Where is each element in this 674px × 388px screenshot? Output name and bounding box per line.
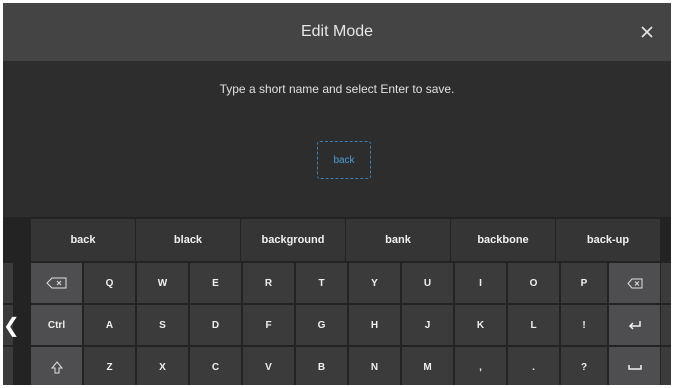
key-label: A [105,319,114,331]
suggestion-label: back-up [586,234,630,246]
key-x[interactable]: X [137,347,188,385]
key-q[interactable]: Q [84,263,135,303]
keyboard-side-strip [661,305,671,345]
key-comma[interactable]: , [455,347,506,385]
key-k[interactable]: K [455,305,506,345]
key-label: Y [371,277,378,289]
key-label: ! [582,319,586,331]
suggestion-back[interactable]: back [31,219,135,261]
key-enter[interactable] [609,305,660,345]
key-period[interactable]: . [508,347,559,385]
name-input-value: back [333,154,355,166]
on-screen-keyboard: back black background bank backbone back… [3,217,671,385]
suggestion-backbone[interactable]: backbone [451,219,555,261]
suggestion-background[interactable]: background [241,219,345,261]
key-e[interactable]: E [190,263,241,303]
key-label: L [530,319,537,331]
alt-backspace-icon [45,277,66,289]
key-label: H [370,319,379,331]
key-backspace[interactable] [609,263,660,303]
suggestion-back-up[interactable]: back-up [556,219,660,261]
key-label: V [265,361,272,373]
key-z[interactable]: Z [84,347,135,385]
key-d[interactable]: D [190,305,241,345]
key-label: Q [105,277,114,289]
suggestion-label: backbone [477,234,529,246]
suggestion-label: black [173,234,203,246]
key-v[interactable]: V [243,347,294,385]
key-m[interactable]: M [402,347,453,385]
key-t[interactable]: T [296,263,347,303]
page-title: Edit Mode [300,23,374,40]
key-i[interactable]: I [455,263,506,303]
key-u[interactable]: U [402,263,453,303]
key-c[interactable]: C [190,347,241,385]
key-label: S [159,319,166,331]
key-label: Z [106,361,113,373]
key-label: . [532,361,535,373]
key-label: , [479,361,482,373]
suggestion-label: bank [385,234,411,246]
key-w[interactable]: W [137,263,188,303]
key-label: U [423,277,432,289]
key-label: ? [580,361,588,373]
key-label: M [423,361,432,373]
key-o[interactable]: O [508,263,559,303]
key-p[interactable]: P [561,263,607,303]
suggestion-label: background [261,234,325,246]
keyboard-side-strip [661,347,671,385]
close-icon [641,26,653,38]
key-f[interactable]: F [243,305,294,345]
key-a[interactable]: A [84,305,135,345]
name-input[interactable]: back [317,141,371,179]
key-shift[interactable] [31,347,82,385]
title-bar: Edit Mode [3,3,671,61]
edit-mode-screen: Edit Mode Type a short name and select E… [3,3,671,385]
key-y[interactable]: Y [349,263,400,303]
key-label: P [580,277,588,289]
instruction-text: Type a short name and select Enter to sa… [219,82,455,96]
suggestion-black[interactable]: black [136,219,240,261]
key-g[interactable]: G [296,305,347,345]
key-label: E [212,277,219,289]
key-l[interactable]: L [508,305,559,345]
key-r[interactable]: R [243,263,294,303]
key-label: K [476,319,485,331]
key-label: X [159,361,166,373]
key-label: T [318,277,325,289]
key-alt-backspace[interactable] [31,263,82,303]
key-label: J [424,319,431,331]
keyboard-side-strip [3,263,13,303]
key-label: D [211,319,220,331]
key-j[interactable]: J [402,305,453,345]
key-s[interactable]: S [137,305,188,345]
key-b[interactable]: B [296,347,347,385]
key-label: I [479,277,482,289]
close-button[interactable] [635,20,659,44]
key-space[interactable] [609,347,660,385]
key-label: Ctrl [47,319,66,331]
suggestion-bank[interactable]: bank [346,219,450,261]
keyboard-side-strip [3,347,13,385]
key-ctrl[interactable]: Ctrl [31,305,82,345]
key-label: O [529,277,538,289]
enter-icon [628,320,641,330]
key-label: W [157,277,168,289]
key-label: R [264,277,273,289]
key-question[interactable]: ? [561,347,607,385]
backspace-icon [626,278,642,288]
key-label: F [265,319,272,331]
key-label: C [211,361,220,373]
key-label: N [370,361,379,373]
chevron-left-icon[interactable]: ❮ [3,310,20,342]
key-exclamation[interactable]: ! [561,305,607,345]
keyboard-side-strip [661,263,671,303]
suggestion-label: back [70,234,96,246]
space-icon [627,365,642,370]
key-label: G [317,319,326,331]
shift-icon [50,360,63,373]
key-h[interactable]: H [349,305,400,345]
key-label: B [317,361,326,373]
key-n[interactable]: N [349,347,400,385]
